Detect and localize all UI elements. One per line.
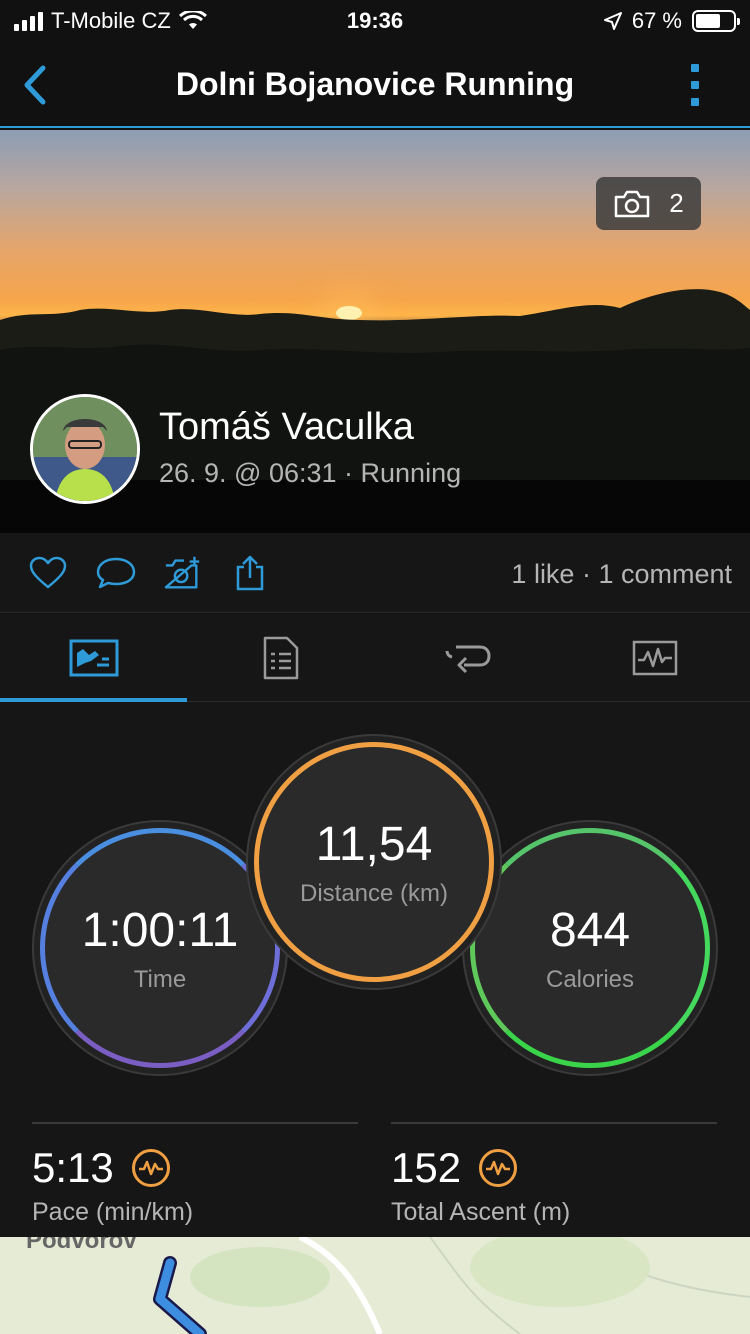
like-button[interactable] xyxy=(28,553,68,593)
activity-tabs xyxy=(0,614,750,702)
photo-count: 2 xyxy=(669,188,684,218)
time-value: 1:00:11 xyxy=(81,903,239,957)
route-map[interactable]: Podvorov xyxy=(0,1237,750,1334)
activity-photo[interactable]: 2 Tomáš Vaculka 26. 9. @ 06:31 · Running xyxy=(0,130,750,533)
tab-details[interactable] xyxy=(187,614,374,702)
calories-value: 844 xyxy=(549,903,631,957)
user-portrait xyxy=(33,397,137,501)
calories-ring[interactable]: 844 Calories xyxy=(470,828,710,1068)
user-name[interactable]: Tomáš Vaculka xyxy=(159,406,414,449)
heart-icon xyxy=(29,556,67,589)
distance-ring[interactable]: 11,54 Distance (km) xyxy=(254,742,494,982)
calories-label: Calories xyxy=(545,965,635,993)
activity-meta: 26. 9. @ 06:31 · Running xyxy=(159,458,462,488)
add-photo-icon xyxy=(164,556,200,589)
ascent-label: Total Ascent (m) xyxy=(391,1198,571,1226)
camera-icon xyxy=(615,190,650,217)
add-photo-button[interactable] xyxy=(163,553,203,593)
tab-overview[interactable] xyxy=(0,614,187,702)
share-icon xyxy=(236,555,264,591)
pace-metric[interactable]: 5:13 Pace (min/km) xyxy=(32,1122,358,1227)
battery-percent: 67 % xyxy=(631,8,682,33)
avatar[interactable] xyxy=(30,394,140,504)
time-ring[interactable]: 1:00:11 Time xyxy=(40,828,280,1068)
map-place-label: Podvorov xyxy=(26,1237,137,1254)
ascent-chart-icon[interactable] xyxy=(479,1149,518,1187)
laps-loop-icon xyxy=(445,645,491,674)
activity-stats: 1:00:11 Time 844 Calories 11,54 Distance… xyxy=(0,702,750,1237)
status-bar: T-Mobile CZ 19:36 67 % xyxy=(0,0,750,42)
likes-comments-count[interactable]: 1 like · 1 comment xyxy=(511,559,732,590)
distance-label: Distance (km) xyxy=(299,879,449,907)
page-title: Dolni Bojanovice Running xyxy=(175,66,575,102)
pace-label: Pace (min/km) xyxy=(32,1198,194,1226)
share-button[interactable] xyxy=(230,553,270,593)
document-list-icon xyxy=(263,636,298,680)
more-menu-button[interactable] xyxy=(680,62,710,108)
ascent-metric[interactable]: 152 Total Ascent (m) xyxy=(391,1122,717,1227)
time-label: Time xyxy=(133,965,187,993)
pace-value: 5:13 xyxy=(32,1144,114,1191)
distance-value: 11,54 xyxy=(315,817,433,871)
location-arrow-icon xyxy=(603,12,622,30)
activity-chart-icon xyxy=(632,640,677,676)
comment-button[interactable] xyxy=(96,553,136,593)
overview-chart-icon xyxy=(69,639,118,677)
navigation-bar: Dolni Bojanovice Running xyxy=(0,42,750,128)
pace-chart-icon[interactable] xyxy=(131,1149,170,1187)
social-actions: 1 like · 1 comment xyxy=(0,533,750,613)
ascent-value: 152 xyxy=(391,1144,462,1191)
tab-charts[interactable] xyxy=(561,614,748,702)
comment-icon xyxy=(96,557,136,589)
photo-count-button[interactable]: 2 xyxy=(596,177,701,230)
status-right: 67 % xyxy=(603,8,740,34)
tab-laps[interactable] xyxy=(374,614,561,702)
battery-icon xyxy=(692,10,740,32)
more-vertical-icon xyxy=(691,64,699,72)
